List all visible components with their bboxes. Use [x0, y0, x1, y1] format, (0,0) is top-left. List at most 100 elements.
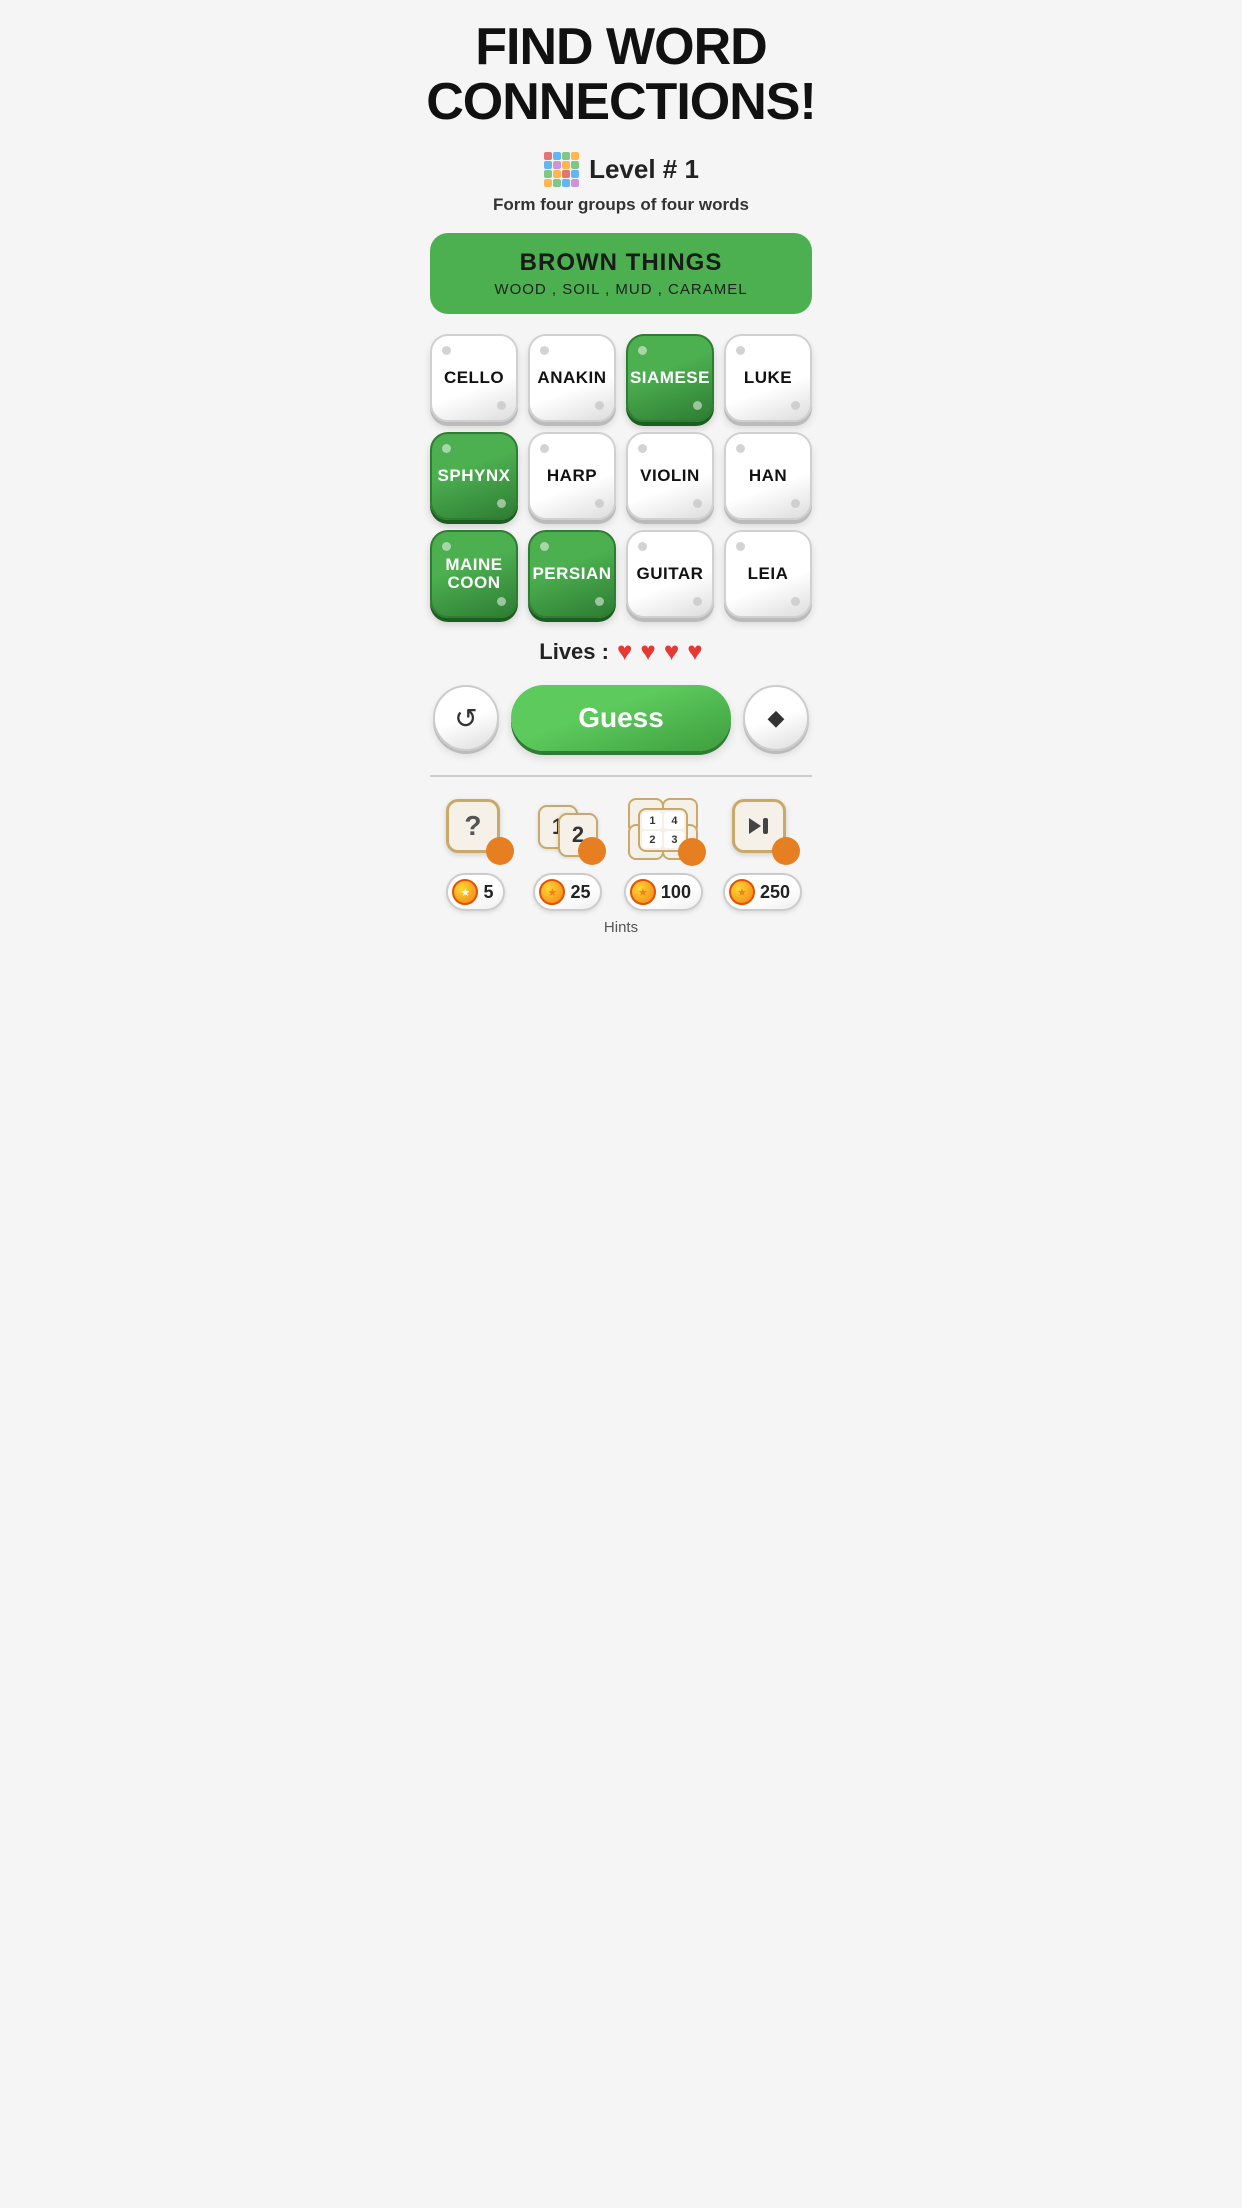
dot-br [497, 499, 506, 508]
dot-br [595, 401, 604, 410]
tile-text: HAN [747, 460, 789, 492]
coin-icon: ★ [729, 879, 755, 905]
shuffle-icon: ↺ [454, 702, 477, 735]
word-grid: CELLO ANAKIN SIAMESE LUKE SPHYNX HARP [430, 334, 812, 618]
hint-reveal-icon-wrap: ? [440, 793, 512, 865]
question-icon: ? [464, 810, 481, 842]
skip-icon [745, 812, 773, 840]
num-4: 4 [664, 812, 684, 829]
erase-icon: ◆ [768, 705, 785, 731]
dot-tl [540, 444, 549, 453]
dot-br [693, 499, 702, 508]
level-row: Level # 1 [543, 151, 699, 187]
hint-swap[interactable]: 1 2 ★ 25 [532, 793, 604, 911]
tile-text: LEIA [746, 558, 791, 590]
lives-row: Lives : ♥ ♥ ♥ ♥ [539, 636, 702, 667]
tile-text: CELLO [442, 362, 506, 394]
hints-label: Hints [430, 919, 812, 936]
tile-text: HARP [545, 460, 599, 492]
dot-tl [638, 444, 647, 453]
heart-4: ♥ [687, 636, 702, 667]
hint-skip-icon-wrap [726, 793, 798, 865]
hint-multi-badge [678, 838, 706, 866]
grid-icon [543, 151, 579, 187]
hint-reveal-amount: 5 [483, 882, 493, 903]
tile-sphynx[interactable]: SPHYNX [430, 432, 518, 520]
hint-swap-amount: 25 [570, 882, 590, 903]
tile-text: SIAMESE [628, 362, 712, 394]
dot-br [791, 499, 800, 508]
dot-tl [736, 444, 745, 453]
coin-icon: ★ [630, 879, 656, 905]
lives-label: Lives : [539, 639, 609, 665]
dot-br [595, 499, 604, 508]
page-title: FIND WORD CONNECTIONS! [426, 20, 816, 129]
tile-cello[interactable]: CELLO [430, 334, 518, 422]
hint-reveal[interactable]: ? ★ 5 [440, 793, 512, 911]
hint-swap-cost: ★ 25 [533, 873, 602, 911]
heart-3: ♥ [664, 636, 679, 667]
tile-luke[interactable]: LUKE [724, 334, 812, 422]
dot-br [791, 401, 800, 410]
dot-tl [540, 542, 549, 551]
tile-text: ANAKIN [535, 362, 608, 394]
found-group-title: BROWN THINGS [450, 249, 792, 277]
hint-skip-badge [772, 837, 800, 865]
dot-tl [442, 444, 451, 453]
found-group-words: WOOD , SOIL , MUD , CARAMEL [450, 281, 792, 298]
hint-multi[interactable]: 4 1 1 4 2 3 [624, 793, 703, 911]
subtitle: Form four groups of four words [493, 195, 749, 215]
dot-tl [736, 346, 745, 355]
shuffle-button[interactable]: ↺ [433, 685, 499, 751]
dot-tl [442, 346, 451, 355]
dot-tl [638, 346, 647, 355]
found-group: BROWN THINGS WOOD , SOIL , MUD , CARAMEL [430, 233, 812, 314]
tile-harp[interactable]: HARP [528, 432, 616, 520]
hint-reveal-badge [486, 837, 514, 865]
hint-multi-amount: 100 [661, 882, 691, 903]
app-container: FIND WORD CONNECTIONS! Level # 1 Form fo… [414, 0, 828, 952]
heart-1: ♥ [617, 636, 632, 667]
tile-text: PERSIAN [530, 558, 613, 590]
tile-guitar[interactable]: GUITAR [626, 530, 714, 618]
dot-tl [736, 542, 745, 551]
hint-skip[interactable]: ★ 250 [723, 793, 802, 911]
coin-icon: ★ [452, 879, 478, 905]
tile-text: SPHYNX [436, 460, 513, 492]
dot-br [595, 597, 604, 606]
hint-skip-cost: ★ 250 [723, 873, 802, 911]
hints-section: ? ★ 5 1 2 [430, 775, 812, 936]
tile-mainecoon[interactable]: MAINECOON [430, 530, 518, 618]
tile-text: GUITAR [635, 558, 706, 590]
tile-anakin[interactable]: ANAKIN [528, 334, 616, 422]
dot-tl [638, 542, 647, 551]
heart-2: ♥ [640, 636, 655, 667]
num-2: 2 [642, 831, 662, 848]
tile-violin[interactable]: VIOLIN [626, 432, 714, 520]
level-label: Level # 1 [589, 154, 699, 185]
tile-leia[interactable]: LEIA [724, 530, 812, 618]
coin-icon: ★ [539, 879, 565, 905]
tile-han[interactable]: HAN [724, 432, 812, 520]
dot-br [497, 597, 506, 606]
dot-br [693, 597, 702, 606]
tile-text: LUKE [742, 362, 794, 394]
hint-multi-icon-wrap: 4 1 1 4 2 3 [627, 793, 699, 865]
hints-row: ? ★ 5 1 2 [430, 793, 812, 911]
tile-persian[interactable]: PERSIAN [528, 530, 616, 618]
hint-swap-icon-wrap: 1 2 [532, 793, 604, 865]
tile-text: MAINECOON [443, 550, 504, 599]
dot-tl [540, 346, 549, 355]
hint-reveal-cost: ★ 5 [446, 873, 505, 911]
num-1: 1 [642, 812, 662, 829]
hint-multi-cost: ★ 100 [624, 873, 703, 911]
tile-text: VIOLIN [638, 460, 702, 492]
dot-br [791, 597, 800, 606]
guess-button[interactable]: Guess [511, 685, 731, 751]
tile-siamese[interactable]: SIAMESE [626, 334, 714, 422]
erase-button[interactable]: ◆ [743, 685, 809, 751]
hint-skip-amount: 250 [760, 882, 790, 903]
dot-br [693, 401, 702, 410]
hint-swap-badge [578, 837, 606, 865]
controls-row: ↺ Guess ◆ [430, 685, 812, 751]
